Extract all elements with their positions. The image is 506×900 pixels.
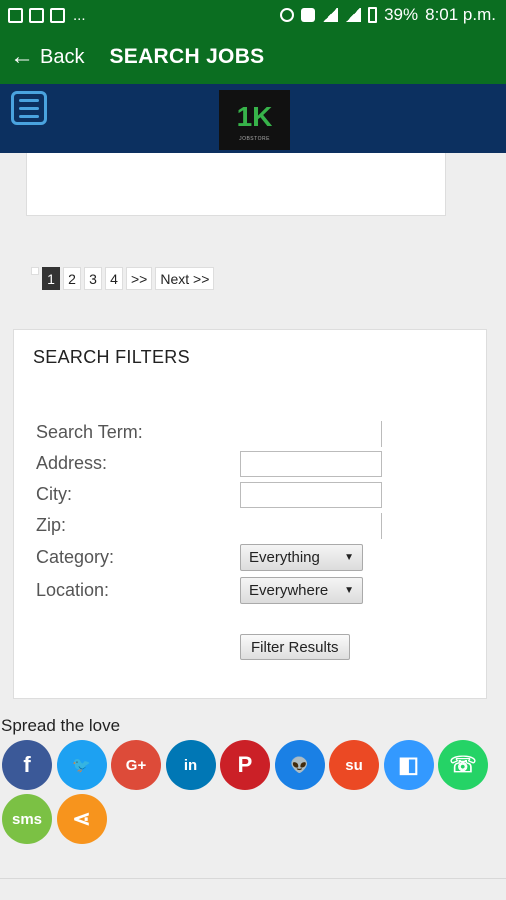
city-input[interactable] bbox=[240, 482, 382, 508]
app-bar: ← Back SEARCH JOBS bbox=[0, 30, 506, 84]
delicious-icon: ◧ bbox=[398, 752, 419, 777]
category-label: Category: bbox=[36, 547, 115, 567]
search-term-input[interactable] bbox=[240, 421, 382, 447]
stumbleupon-share-button[interactable]: su bbox=[329, 740, 379, 790]
search-term-label: Search Term: bbox=[36, 422, 143, 442]
page-link-3[interactable]: 3 bbox=[84, 267, 102, 290]
sms-icon: sms bbox=[11, 810, 43, 828]
status-bar: ... 39% 8:01 p.m. bbox=[0, 0, 506, 30]
menu-icon-bar bbox=[19, 106, 39, 110]
facebook-share-button[interactable]: f bbox=[2, 740, 52, 790]
alarm-icon bbox=[280, 8, 295, 22]
search-filters-panel: SEARCH FILTERS Search Term: Address: Cit… bbox=[13, 329, 487, 699]
signal-icon bbox=[322, 8, 339, 22]
stumbleupon-icon: su bbox=[345, 756, 363, 774]
twitter-icon: 🐦 bbox=[72, 757, 91, 774]
page-title: SEARCH JOBS bbox=[109, 45, 265, 68]
facebook-icon: f bbox=[23, 752, 31, 777]
caret-down-icon: ▼ bbox=[344, 552, 354, 563]
back-label: Back bbox=[40, 45, 85, 68]
delicious-share-button[interactable]: ◧ bbox=[383, 740, 434, 790]
menu-icon-bar bbox=[19, 114, 39, 118]
linkedin-share-button[interactable]: in bbox=[165, 740, 216, 790]
city-label: City: bbox=[36, 484, 72, 504]
category-select[interactable]: Everything ▼ bbox=[240, 544, 363, 571]
category-selected: Everything bbox=[249, 549, 320, 566]
menu-icon-bar bbox=[19, 98, 39, 102]
sms-share-button[interactable]: sms bbox=[2, 794, 52, 844]
pinterest-icon: P bbox=[237, 752, 253, 777]
zip-label: Zip: bbox=[36, 515, 67, 535]
location-label: Location: bbox=[36, 580, 110, 600]
mail-icon bbox=[29, 7, 44, 23]
pagination: 1 2 3 4 >> Next >> bbox=[31, 267, 215, 290]
hamburger-menu-button[interactable] bbox=[11, 91, 47, 125]
reddit-share-button[interactable]: 👽 bbox=[274, 740, 325, 790]
google-plus-share-button[interactable]: G+ bbox=[111, 740, 161, 790]
page-skip-link[interactable]: >> bbox=[126, 267, 153, 290]
site-header: 1K JOBSTORE bbox=[0, 84, 506, 153]
reddit-icon: 👽 bbox=[290, 757, 309, 774]
share-icon: ⋖ bbox=[72, 806, 91, 831]
location-selected: Everywhere bbox=[249, 582, 329, 599]
arrow-left-icon: ← bbox=[10, 43, 34, 70]
share-heading: Spread the love bbox=[1, 716, 121, 735]
battery-level: 39% bbox=[384, 5, 419, 24]
address-input[interactable] bbox=[240, 451, 382, 477]
message-icon bbox=[50, 7, 65, 23]
pagination-spacer bbox=[31, 267, 39, 275]
twitter-share-button[interactable]: 🐦 bbox=[56, 740, 107, 790]
google-plus-icon: G+ bbox=[125, 756, 147, 774]
caret-down-icon: ▼ bbox=[344, 585, 354, 596]
notification-icon bbox=[8, 7, 23, 23]
whatsapp-icon: ☏ bbox=[449, 752, 477, 777]
page-link-1[interactable]: 1 bbox=[42, 267, 60, 290]
page-next-link[interactable]: Next >> bbox=[155, 267, 215, 290]
more-notifications: ... bbox=[73, 6, 86, 24]
zip-input[interactable] bbox=[240, 513, 382, 539]
share-share-button[interactable]: ⋖ bbox=[56, 794, 107, 844]
filter-results-button[interactable]: Filter Results bbox=[240, 634, 350, 660]
back-button[interactable]: ← Back bbox=[0, 45, 84, 69]
data-saver-icon bbox=[301, 8, 316, 22]
battery-icon bbox=[368, 7, 378, 23]
site-logo[interactable]: 1K JOBSTORE bbox=[219, 90, 290, 150]
filters-title: SEARCH FILTERS bbox=[33, 347, 190, 367]
page-link-4[interactable]: 4 bbox=[105, 267, 123, 290]
signal-icon-2 bbox=[345, 8, 362, 22]
whatsapp-share-button[interactable]: ☏ bbox=[438, 740, 488, 790]
divider bbox=[0, 878, 506, 879]
page-link-2[interactable]: 2 bbox=[63, 267, 81, 290]
location-select[interactable]: Everywhere ▼ bbox=[240, 577, 363, 604]
linkedin-icon: in bbox=[183, 756, 198, 774]
address-label: Address: bbox=[36, 453, 108, 473]
job-card bbox=[26, 153, 446, 216]
pinterest-share-button[interactable]: P bbox=[220, 740, 270, 790]
clock: 8:01 p.m. bbox=[425, 5, 496, 24]
